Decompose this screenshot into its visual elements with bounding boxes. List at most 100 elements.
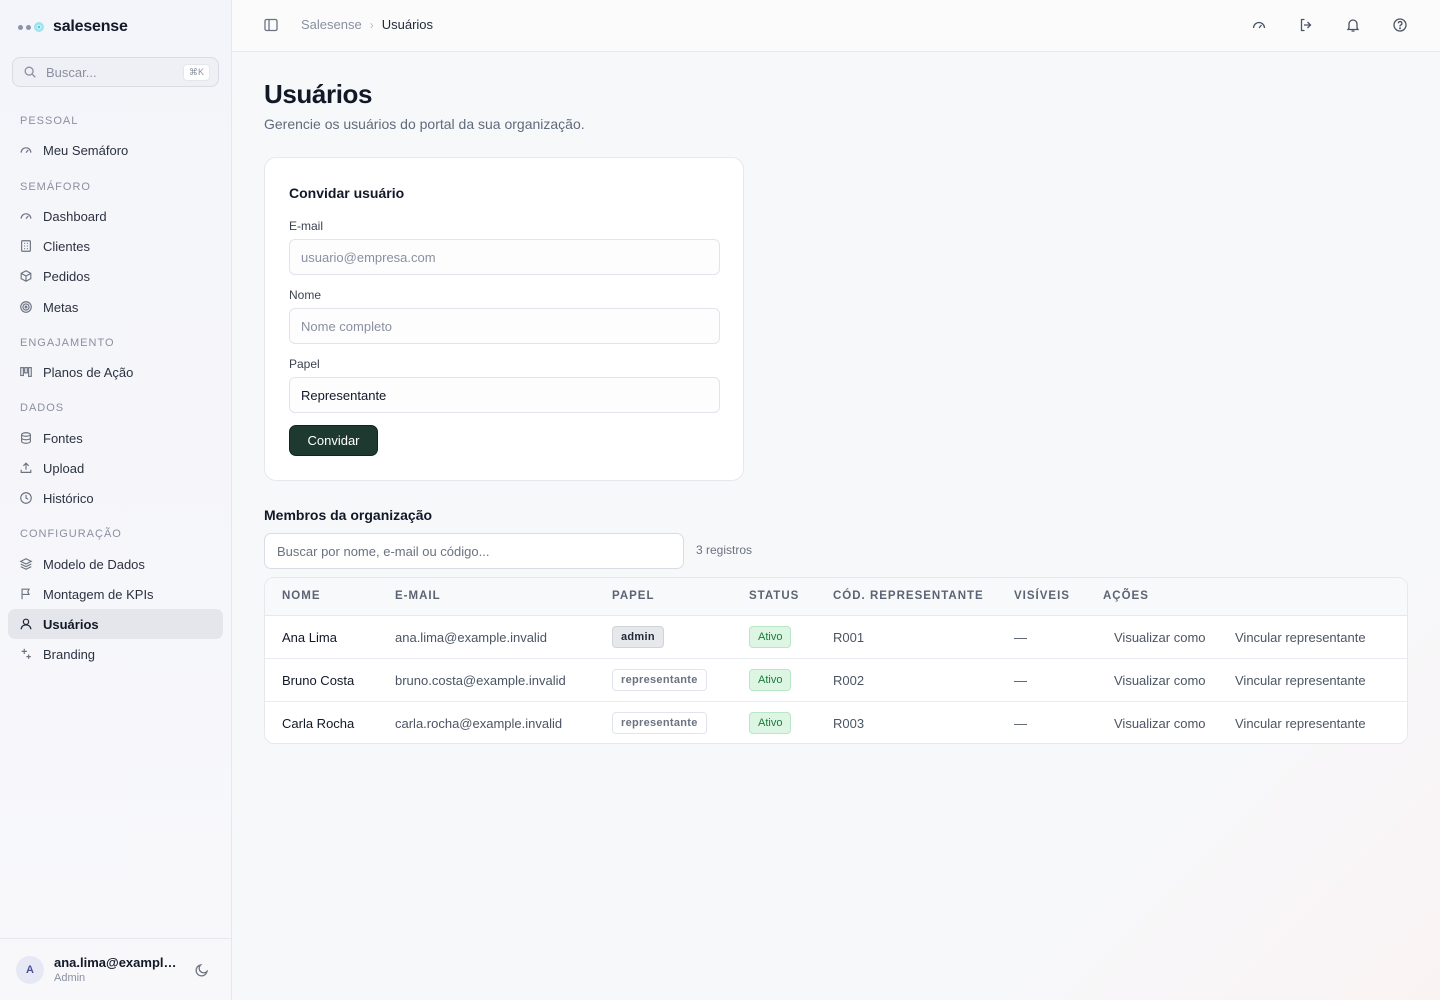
link-representative-button[interactable]: Vincular representante [1235, 716, 1366, 731]
sidebar-item-historico[interactable]: Histórico [8, 483, 223, 513]
breadcrumb-current: Usuários [381, 17, 434, 32]
sidebar-item-label: Modelo de Dados [43, 556, 145, 572]
name-field[interactable]: Nome completo [289, 308, 720, 344]
invite-card: Convidar usuário E-mail usuario@empresa.… [264, 157, 744, 481]
gauge-icon [20, 147, 32, 154]
sparkle-icon [21, 648, 31, 659]
view-as-button[interactable]: Visualizar como [1114, 630, 1206, 645]
database-icon [21, 432, 31, 444]
record-count: 3 registros [696, 543, 753, 557]
cell-name: Ana Lima [282, 630, 337, 645]
kanban-icon [20, 367, 32, 377]
members-table: NOME E-MAIL PAPEL STATUS CÓD. REPRESENTA… [264, 577, 1408, 744]
upload-icon [20, 462, 32, 473]
sidebar: salesense Buscar... ⌘K PESSOAL Meu Semáf… [0, 0, 232, 1000]
sidebar-item-label: Metas [43, 299, 79, 315]
section-title-semaforo: SEMÁFORO [20, 181, 91, 193]
section-title-dados: DADOS [20, 402, 65, 414]
status-badge: Ativo [749, 626, 792, 648]
role-badge: admin [612, 626, 664, 648]
cell-email: bruno.costa@example.invalid [395, 673, 566, 688]
link-representative-button[interactable]: Vincular representante [1235, 673, 1366, 688]
page-title: Usuários [264, 79, 373, 109]
sidebar-item-label: Meu Semáforo [43, 142, 129, 158]
invite-button[interactable]: Convidar [289, 425, 378, 456]
sidebar-item-upload[interactable]: Upload [8, 453, 223, 483]
column-header-visiveis: VISÍVEIS [1014, 590, 1070, 602]
logout-icon[interactable] [1298, 17, 1314, 33]
help-icon[interactable] [1392, 17, 1408, 33]
section-title-configuracao: CONFIGURAÇÃO [20, 528, 122, 540]
target-icon [20, 301, 32, 313]
sidebar-toggle-icon[interactable] [263, 17, 279, 33]
breadcrumb-root[interactable]: Salesense [301, 17, 362, 32]
sidebar-item-montagem-de-kpis[interactable]: Montagem de KPIs [8, 579, 223, 609]
cell-name: Carla Rocha [282, 716, 355, 731]
cell-email: ana.lima@example.invalid [395, 630, 547, 645]
name-label: Nome [289, 288, 322, 302]
column-header-acoes: AÇÕES [1103, 590, 1149, 602]
role-badge: representante [612, 669, 707, 691]
cell-visible: — [1014, 716, 1027, 731]
table-row: Carla Rocha carla.rocha@example.invalid … [265, 702, 1407, 743]
avatar: A [16, 955, 44, 984]
sidebar-item-planos-de-acao[interactable]: Planos de Ação [8, 357, 223, 387]
sidebar-item-label: Clientes [43, 238, 90, 254]
column-header-status: STATUS [749, 590, 800, 602]
sidebar-item-metas[interactable]: Metas [8, 292, 223, 322]
user-icon [20, 618, 32, 630]
search-placeholder: Buscar... [46, 64, 97, 80]
section-title-engajamento: ENGAJAMENTO [20, 337, 115, 349]
cell-visible: — [1014, 630, 1027, 645]
sidebar-item-label: Pedidos [43, 268, 90, 284]
sidebar-item-label: Upload [43, 460, 85, 476]
cell-code: R002 [833, 673, 865, 688]
clock-icon [20, 492, 32, 504]
building-icon [21, 240, 31, 252]
sidebar-search[interactable]: Buscar... ⌘K [12, 57, 219, 87]
sidebar-item-modelo-de-dados[interactable]: Modelo de Dados [8, 549, 223, 579]
table-row: Bruno Costa bruno.costa@example.invalid … [265, 659, 1407, 702]
sidebar-item-fontes[interactable]: Fontes [8, 423, 223, 453]
sidebar-item-usuarios[interactable]: Usuários [8, 609, 223, 639]
cell-code: R001 [833, 630, 865, 645]
sidebar-item-label: Fontes [43, 430, 83, 446]
sidebar-item-dashboard[interactable]: Dashboard [8, 201, 223, 231]
email-label: E-mail [289, 219, 324, 233]
invite-title: Convidar usuário [289, 185, 405, 201]
sidebar-item-meu-semaforo[interactable]: Meu Semáforo [8, 135, 223, 165]
view-as-button[interactable]: Visualizar como [1114, 716, 1206, 731]
sidebar-item-branding[interactable]: Branding [8, 639, 223, 669]
sidebar-item-label: Histórico [43, 490, 94, 506]
user-email: ana.lima@example.invalid [54, 955, 182, 970]
sidebar-item-label: Planos de Ação [43, 364, 134, 380]
topbar: Salesense › Usuários [232, 0, 1440, 52]
bell-icon[interactable] [1345, 17, 1361, 33]
link-representative-button[interactable]: Vincular representante [1235, 630, 1366, 645]
sidebar-item-label: Dashboard [43, 208, 107, 224]
members-title: Membros da organização [264, 507, 433, 523]
table-header: NOME E-MAIL PAPEL STATUS CÓD. REPRESENTA… [265, 578, 1407, 616]
column-header-email: E-MAIL [395, 590, 441, 602]
column-header-papel: PAPEL [612, 590, 655, 602]
package-icon [20, 270, 32, 282]
breadcrumb: Salesense › Usuários [301, 17, 433, 32]
sidebar-item-pedidos[interactable]: Pedidos [8, 261, 223, 291]
role-select[interactable]: Representante [289, 377, 720, 413]
member-search-input[interactable]: Buscar por nome, e-mail ou código... [264, 533, 684, 569]
moon-icon[interactable] [194, 962, 210, 978]
sidebar-item-label: Branding [43, 646, 96, 662]
cell-name: Bruno Costa [282, 673, 355, 688]
gauge-icon [20, 213, 32, 220]
view-as-button[interactable]: Visualizar como [1114, 673, 1206, 688]
status-badge: Ativo [749, 712, 792, 734]
user-menu[interactable]: A ana.lima@example.invalid Admin [0, 938, 231, 1000]
breadcrumb-separator: › [369, 17, 374, 32]
brand-logo[interactable]: salesense [18, 16, 128, 38]
role-badge: representante [612, 712, 707, 734]
column-header-codigo: CÓD. REPRESENTANTE [833, 590, 984, 602]
sidebar-item-clientes[interactable]: Clientes [8, 231, 223, 261]
gauge-icon[interactable] [1251, 17, 1267, 33]
role-label: Papel [289, 357, 320, 371]
email-field[interactable]: usuario@empresa.com [289, 239, 720, 275]
